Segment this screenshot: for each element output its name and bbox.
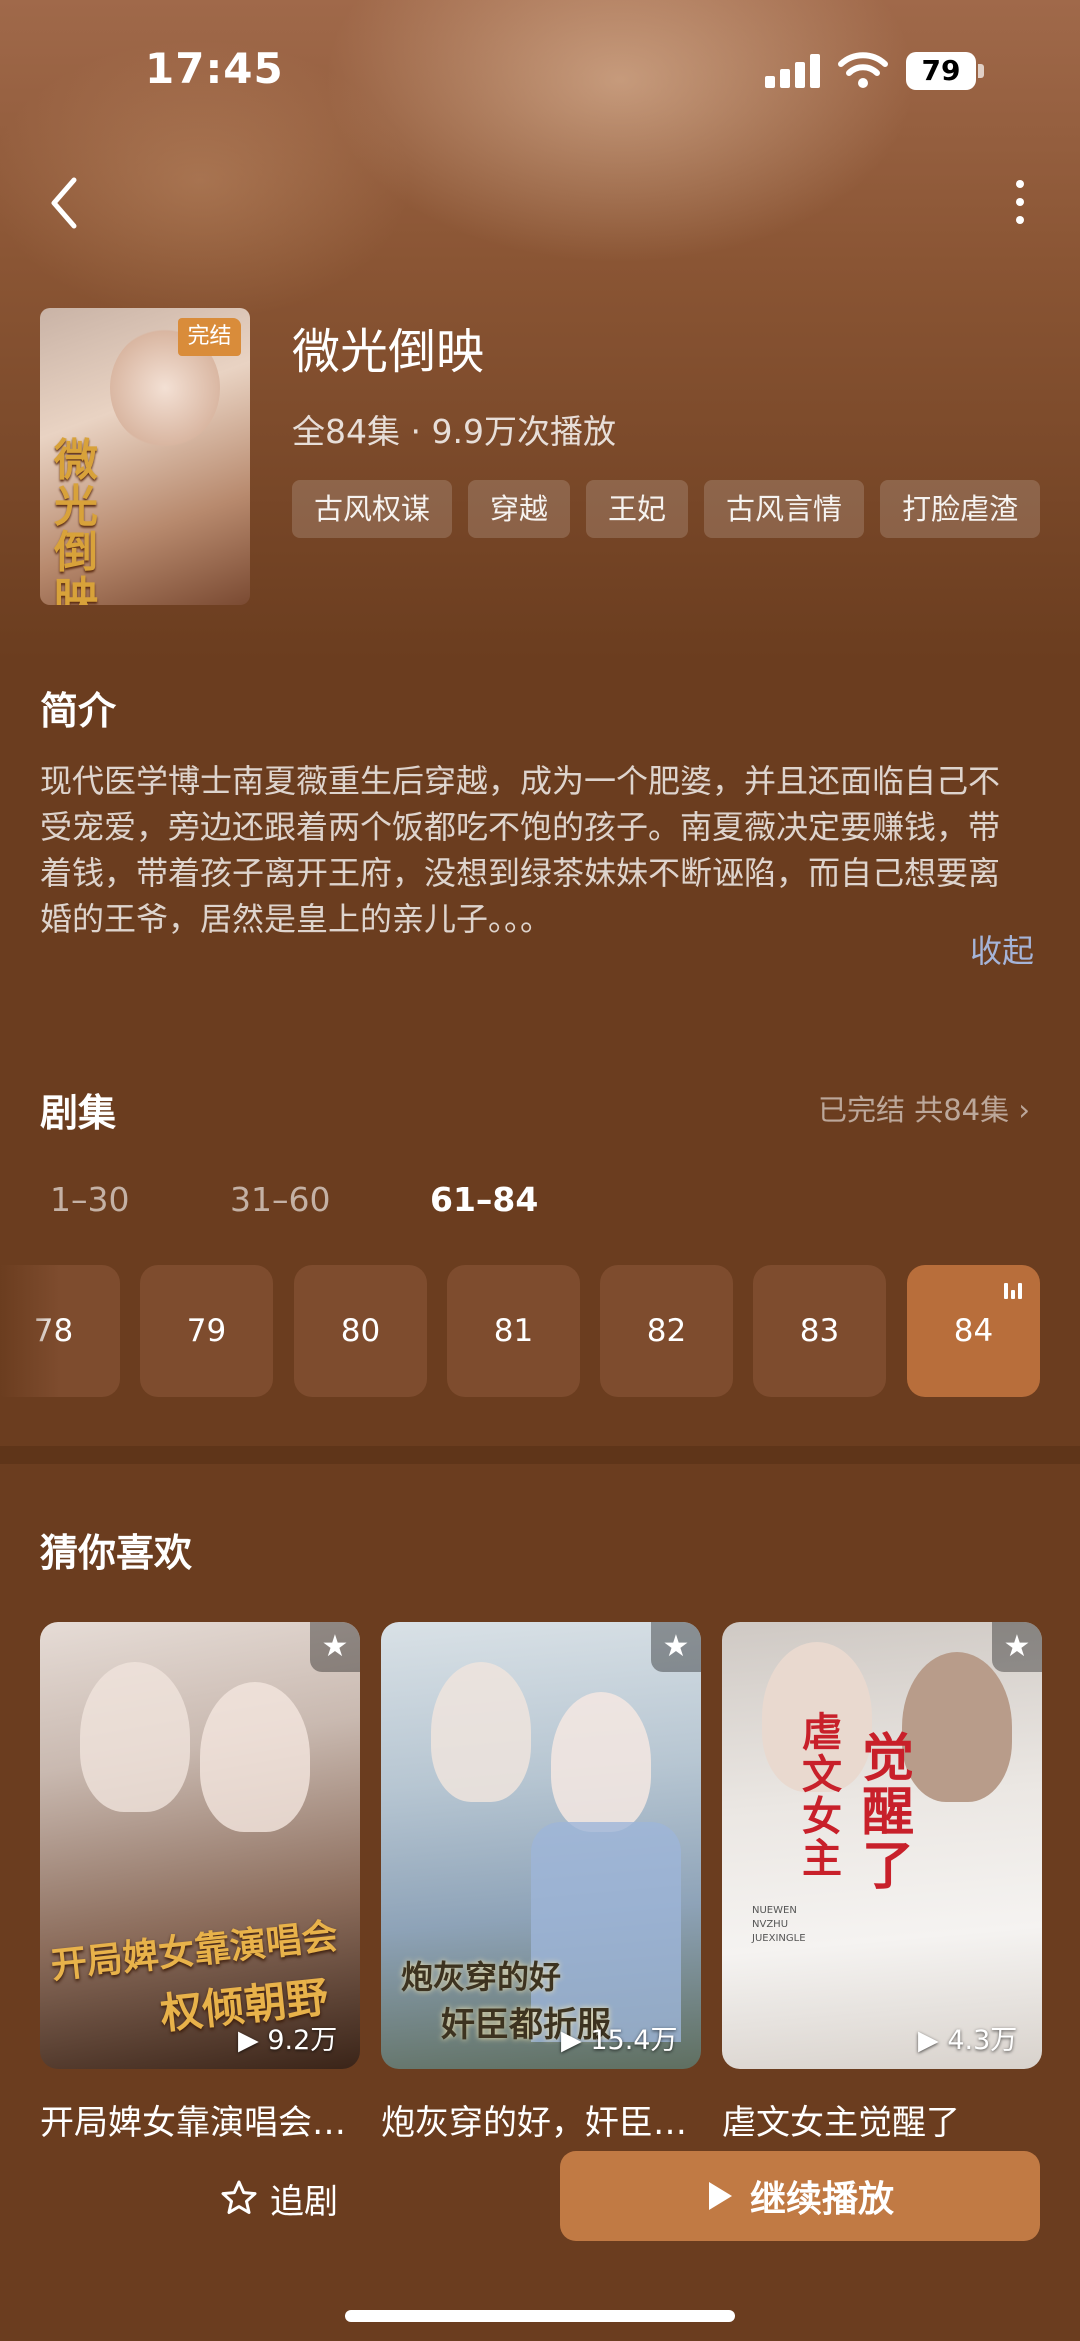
- star-outline-icon: [221, 2180, 257, 2214]
- collapse-link[interactable]: 收起: [970, 926, 1034, 972]
- drama-meta: 全84集 · 9.9万次播放: [292, 412, 616, 451]
- episode-button[interactable]: 81: [447, 1265, 580, 1397]
- episode-button[interactable]: 80: [294, 1265, 427, 1397]
- star-icon[interactable]: ★: [310, 1622, 360, 1672]
- recommend-card[interactable]: 虐文女主 觉醒了 NUEWEN NVZHU JUEXINGLE ★ ▶ 4.3万: [722, 1622, 1042, 2069]
- follow-label: 追剧: [270, 2181, 338, 2222]
- card-title-art: 觉醒了: [862, 1728, 915, 1897]
- episode-button[interactable]: 79: [140, 1265, 273, 1397]
- drama-title: 微光倒映: [292, 324, 485, 380]
- back-button[interactable]: [40, 170, 90, 236]
- star-icon[interactable]: ★: [992, 1622, 1042, 1672]
- star-icon[interactable]: ★: [651, 1622, 701, 1672]
- section-divider: [0, 1446, 1080, 1464]
- continue-play-label: 继续播放: [749, 2179, 894, 2220]
- follow-button[interactable]: 追剧: [220, 2168, 338, 2228]
- continue-play-button[interactable]: 继续播放: [560, 2151, 1040, 2241]
- card-title-art: 炮灰穿的好: [401, 1958, 562, 1996]
- episode-range-tab-active[interactable]: 61–84: [430, 1180, 538, 1219]
- episode-button[interactable]: 83: [753, 1265, 886, 1397]
- recommend-card-title[interactable]: 虐文女主觉醒了: [722, 2095, 1042, 2144]
- recommend-card[interactable]: 炮灰穿的好 奸臣都折服 ★ ▶ 15.4万: [381, 1622, 701, 2069]
- play-count: ▶ 15.4万: [561, 2025, 678, 2056]
- recommend-card-title[interactable]: 炮灰穿的好，奸臣都折服: [381, 2095, 701, 2144]
- recommend-card-title[interactable]: 开局婢女靠演唱会权倾朝野: [40, 2095, 360, 2144]
- recommend-heading: 猜你喜欢: [40, 1531, 193, 1575]
- tag-list: 古风权谋 穿越 王妃 古风言情 打脸虐渣: [292, 480, 1041, 538]
- completed-badge: 完结: [178, 318, 241, 356]
- wifi-icon: [838, 52, 888, 88]
- play-icon: [708, 2182, 732, 2210]
- episode-range-tab[interactable]: 31–60: [230, 1180, 330, 1219]
- tag-chip[interactable]: 古风言情: [704, 480, 865, 538]
- battery-indicator: 79: [906, 52, 976, 90]
- episode-range-tab[interactable]: 1–30: [50, 1180, 130, 1219]
- more-options-button[interactable]: [1000, 172, 1040, 232]
- now-playing-icon: [1004, 1283, 1022, 1299]
- recommend-card[interactable]: 开局婢女靠演唱会 权倾朝野 ★ ▶ 9.2万: [40, 1622, 360, 2069]
- card-subtitle-art: NUEWEN NVZHU JUEXINGLE: [752, 1905, 806, 1944]
- episodes-heading: 剧集: [40, 1091, 117, 1135]
- tag-chip[interactable]: 古风权谋: [292, 480, 453, 538]
- tag-chip[interactable]: 穿越: [468, 480, 571, 538]
- battery-tip: [978, 64, 984, 78]
- cellular-signal-icon: [765, 54, 821, 88]
- poster-title-art: 微光倒映: [54, 435, 98, 606]
- play-count: ▶ 4.3万: [918, 2025, 1018, 2056]
- home-indicator: [345, 2310, 735, 2322]
- card-title-art: 虐文女主: [802, 1709, 842, 1882]
- episode-button[interactable]: 82: [600, 1265, 733, 1397]
- episode-row-fade: [0, 1265, 60, 1397]
- episodes-status-link[interactable]: 已完结 共84集 ›: [818, 1087, 1030, 1129]
- tag-chip[interactable]: 打脸虐渣: [880, 480, 1041, 538]
- play-count: ▶ 9.2万: [238, 2025, 338, 2056]
- intro-text: 现代医学博士南夏薇重生后穿越，成为一个肥婆，并且还面临自己不受宠爱，旁边还跟着两…: [40, 762, 1001, 938]
- intro-heading: 简介: [40, 689, 117, 733]
- tag-chip[interactable]: 王妃: [586, 480, 689, 538]
- status-time: 17:45: [145, 44, 284, 93]
